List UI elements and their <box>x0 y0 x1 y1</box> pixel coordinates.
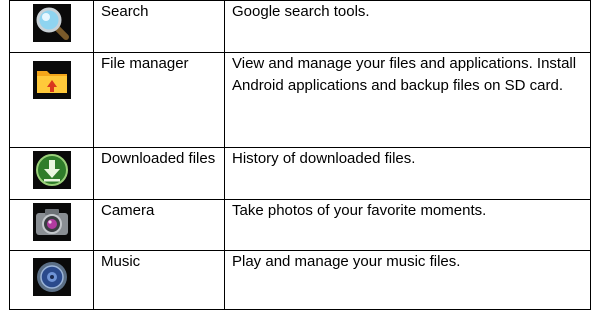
music-speaker-icon <box>32 257 71 296</box>
icon-cell <box>9 250 94 310</box>
app-name: Search <box>93 0 225 53</box>
app-name: Downloaded files <box>93 147 225 200</box>
app-name: File manager <box>93 52 225 148</box>
icon-cell <box>9 0 94 53</box>
app-description: Play and manage your music files. <box>224 250 591 310</box>
table-row: File manager View and manage your files … <box>9 52 591 148</box>
app-description: Google search tools. <box>224 0 591 53</box>
app-description: Take photos of your favorite moments. <box>224 199 591 251</box>
table-row: Camera Take photos of your favorite mome… <box>9 199 591 251</box>
app-name: Music <box>93 250 225 310</box>
table-row: Music Play and manage your music files. <box>9 250 591 310</box>
apps-table: Search Google search tools. File manager… <box>9 0 591 310</box>
icon-cell <box>9 147 94 200</box>
camera-icon <box>32 202 71 241</box>
icon-cell <box>9 199 94 251</box>
icon-cell <box>9 52 94 148</box>
download-icon <box>32 151 71 189</box>
app-description: View and manage your files and applicati… <box>224 52 591 148</box>
app-description: History of downloaded files. <box>224 147 591 200</box>
table-row: Downloaded files History of downloaded f… <box>9 147 591 200</box>
app-name: Camera <box>93 199 225 251</box>
folder-icon <box>32 61 71 99</box>
table-row: Search Google search tools. <box>9 0 591 53</box>
search-magnifier-icon <box>32 4 71 42</box>
